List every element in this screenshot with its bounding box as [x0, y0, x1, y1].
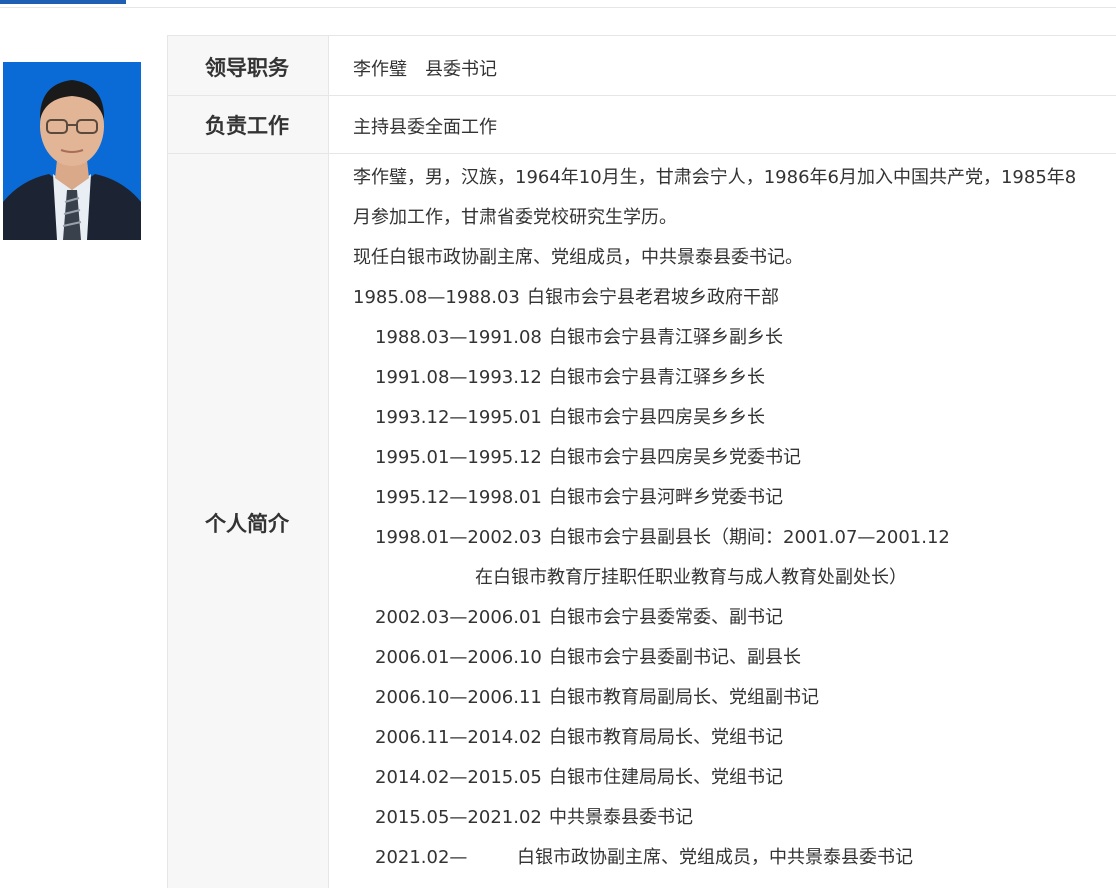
- portrait-photo-icon: [3, 62, 141, 240]
- career-period: 2021.02—: [375, 847, 468, 868]
- career-item: 2021.02— 白银市政协副主席、党组成员，中共景泰县委书记: [353, 838, 1116, 878]
- career-item: 2015.05—2021.02 中共景泰县委书记: [353, 798, 1116, 838]
- value-position: 李作璧 县委书记: [353, 59, 497, 80]
- label-position: 领导职务: [205, 56, 289, 80]
- career-post: 白银市会宁县青江驿乡副乡长: [549, 327, 783, 348]
- career-item: 2006.11—2014.02 白银市教育局局长、党组书记: [353, 718, 1116, 758]
- career-item-continuation: 在白银市教育厅挂职任职业教育与成人教育处副处长）: [353, 558, 1116, 598]
- career-period: 1991.08—1993.12: [375, 367, 542, 388]
- career-item: 2014.02—2015.05 白银市住建局局长、党组书记: [353, 758, 1116, 798]
- career-period: 2002.03—2006.01: [375, 607, 542, 628]
- career-period: 1988.03—1991.08: [375, 327, 542, 348]
- career-post: 白银市会宁县委副书记、副县长: [549, 647, 801, 668]
- profile-table: 领导职务 李作璧 县委书记 负责工作 主持县委全面工作 个人简介 李作璧，男，汉…: [167, 35, 1116, 888]
- career-period: 2006.01—2006.10: [375, 647, 542, 668]
- bio-line: 月参加工作，甘肃省委党校研究生学历。: [353, 207, 677, 228]
- career-item: 1991.08—1993.12 白银市会宁县青江驿乡乡长: [353, 358, 1116, 398]
- career-post: 白银市会宁县四房吴乡乡长: [549, 407, 765, 428]
- row-responsibility: 负责工作 主持县委全面工作: [167, 95, 1116, 154]
- career-period: 1993.12—1995.01: [375, 407, 542, 428]
- career-period: 2006.10—2006.11: [375, 687, 542, 708]
- label-responsibility: 负责工作: [205, 114, 289, 138]
- career-post: 白银市会宁县河畔乡党委书记: [549, 487, 783, 508]
- biography-text: 李作璧，男，汉族，1964年10月生，甘肃会宁人，1986年6月加入中国共产党，…: [353, 158, 1116, 878]
- career-post: 白银市教育局副局长、党组副书记: [549, 687, 819, 708]
- career-post: 白银市教育局局长、党组书记: [549, 727, 783, 748]
- career-post: 白银市政协副主席、党组成员，中共景泰县委书记: [517, 847, 913, 868]
- active-tab-indicator[interactable]: [0, 0, 126, 4]
- career-period: 1985.08—1988.03: [353, 287, 520, 308]
- value-responsibility: 主持县委全面工作: [353, 117, 497, 138]
- label-biography: 个人简介: [205, 512, 289, 536]
- career-item: 1995.01—1995.12 白银市会宁县四房吴乡党委书记: [353, 438, 1116, 478]
- career-item: 2006.10—2006.11 白银市教育局副局长、党组副书记: [353, 678, 1116, 718]
- career-item: 1985.08—1988.03 白银市会宁县老君坡乡政府干部: [353, 278, 1116, 318]
- career-period: 1998.01—2002.03: [375, 527, 542, 548]
- leader-photo: [3, 62, 141, 240]
- career-post: 中共景泰县委书记: [549, 807, 693, 828]
- career-period: 2014.02—2015.05: [375, 767, 542, 788]
- top-tab-bar: [0, 0, 1116, 8]
- career-item: 1995.12—1998.01 白银市会宁县河畔乡党委书记: [353, 478, 1116, 518]
- career-post: 白银市会宁县副县长（期间：2001.07—2001.12: [549, 527, 950, 548]
- career-item: 1993.12—1995.01 白银市会宁县四房吴乡乡长: [353, 398, 1116, 438]
- career-post: 白银市会宁县四房吴乡党委书记: [549, 447, 801, 468]
- row-position: 领导职务 李作璧 县委书记: [167, 36, 1116, 96]
- career-period: 2006.11—2014.02: [375, 727, 542, 748]
- career-post: 在白银市教育厅挂职任职业教育与成人教育处副处长）: [475, 567, 907, 588]
- career-item: 2002.03—2006.01 白银市会宁县委常委、副书记: [353, 598, 1116, 638]
- career-period: 1995.12—1998.01: [375, 487, 542, 508]
- career-post: 白银市会宁县委常委、副书记: [549, 607, 783, 628]
- career-period: 1995.01—1995.12: [375, 447, 542, 468]
- career-item: 2006.01—2006.10 白银市会宁县委副书记、副县长: [353, 638, 1116, 678]
- career-post: 白银市住建局局长、党组书记: [549, 767, 783, 788]
- career-post: 白银市会宁县老君坡乡政府干部: [527, 287, 779, 308]
- career-item: 1998.01—2002.03 白银市会宁县副县长（期间：2001.07—200…: [353, 518, 1116, 558]
- career-item: 1988.03—1991.08 白银市会宁县青江驿乡副乡长: [353, 318, 1116, 358]
- bio-line: 李作璧，男，汉族，1964年10月生，甘肃会宁人，1986年6月加入中国共产党，…: [353, 167, 1077, 188]
- bio-line: 现任白银市政协副主席、党组成员，中共景泰县委书记。: [353, 247, 803, 268]
- career-period: 2015.05—2021.02: [375, 807, 542, 828]
- top-divider: [0, 7, 1116, 8]
- career-post: 白银市会宁县青江驿乡乡长: [549, 367, 765, 388]
